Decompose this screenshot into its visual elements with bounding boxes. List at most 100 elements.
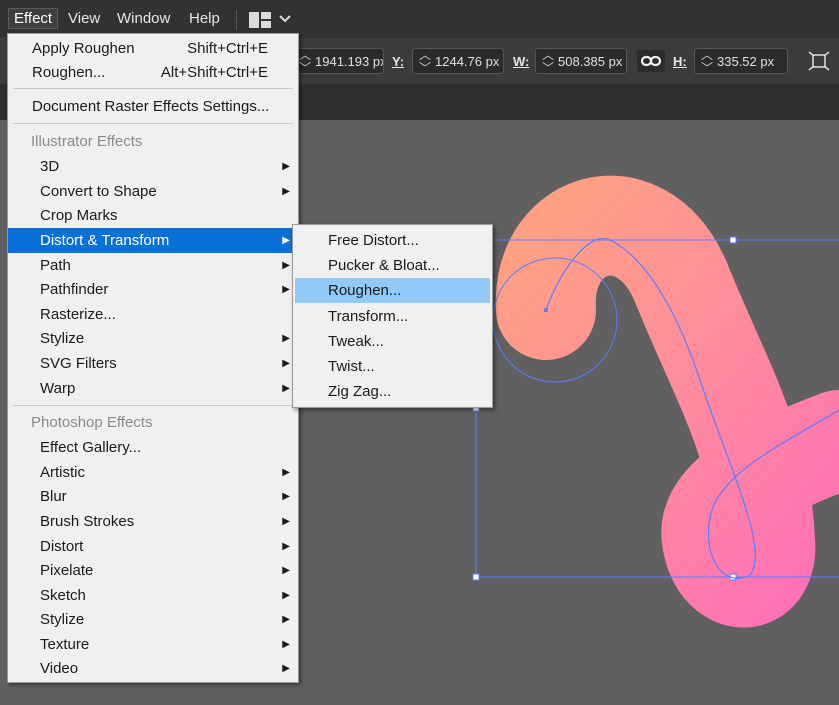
submenu-arrow-icon: ▶ [282,541,290,552]
w-label: W: [513,54,530,69]
h-value: 335.52 px [717,54,775,69]
h-label: H: [673,54,687,69]
menu-item-label: Crop Marks [40,207,118,224]
y-stepper-icon[interactable]: ︿ ﹀ [419,49,431,73]
link-icon [641,55,661,67]
bbox-handle-bottom-left[interactable] [472,573,480,581]
submenu-arrow-icon: ▶ [282,590,290,601]
submenu-arrow-icon: ▶ [282,186,290,197]
constrain-proportions-button[interactable] [637,50,665,72]
w-field[interactable]: ︿ ﹀ 508.385 px [535,48,627,74]
menu-item-svg-filters[interactable]: SVG Filters ▶ [8,351,298,376]
menu-item-convert-to-shape[interactable]: Convert to Shape ▶ [8,179,298,204]
submenu-arrow-icon: ▶ [282,235,290,246]
menu-item-label: Zig Zag... [328,383,392,400]
menu-item-label: Path [40,257,71,274]
menu-item-brush-strokes[interactable]: Brush Strokes ▶ [8,509,298,534]
submenu-arrow-icon: ▶ [282,565,290,576]
bbox-handle-top[interactable] [729,236,737,244]
submenu-item-pucker-bloat[interactable]: Pucker & Bloat... [293,253,492,278]
submenu-arrow-icon: ▶ [282,260,290,271]
menu-item-label: Convert to Shape [40,183,157,200]
menu-item-video[interactable]: Video ▶ [8,656,298,681]
menu-item-label: Twist... [328,358,375,375]
menu-item-label: Roughen... [32,64,106,81]
menu-item-stylize[interactable]: Stylize ▶ [8,326,298,351]
menu-help[interactable]: Help [189,10,220,27]
menu-item-stylize-ps[interactable]: Stylize ▶ [8,607,298,632]
menu-separator [13,88,293,89]
submenu-arrow-icon: ▶ [282,639,290,650]
menu-item-shortcut: Alt+Shift+Ctrl+E [160,64,268,81]
menu-item-distort-transform[interactable]: Distort & Transform ▶ [8,228,298,253]
menu-item-artistic[interactable]: Artistic ▶ [8,460,298,485]
menu-separator [13,123,293,124]
menu-item-label: Stylize [40,611,85,628]
h-field[interactable]: ︿ ﹀ 335.52 px [694,48,788,74]
submenu-arrow-icon: ▶ [282,358,290,369]
submenu-item-twist[interactable]: Twist... [293,354,492,379]
anchor-point[interactable] [544,308,548,312]
submenu-arrow-icon: ▶ [282,663,290,674]
submenu-item-roughen[interactable]: Roughen... [295,278,490,303]
submenu-arrow-icon: ▶ [282,516,290,527]
menu-item-distort[interactable]: Distort ▶ [8,534,298,559]
submenu-arrow-icon: ▶ [282,467,290,478]
menu-item-label: Warp [40,380,76,397]
photoshop-effects-header: Photoshop Effects [31,414,153,431]
submenu-item-tweak[interactable]: Tweak... [293,329,492,354]
menu-item-apply-roughen[interactable]: Apply Roughen Shift+Ctrl+E [8,36,298,61]
y-field[interactable]: ︿ ﹀ 1244.76 px [412,48,504,74]
menu-item-label: Distort [40,538,84,555]
menu-item-raster-settings[interactable]: Document Raster Effects Settings... [8,94,298,119]
menu-item-effect-gallery[interactable]: Effect Gallery... [8,435,298,460]
menu-item-label: Document Raster Effects Settings... [32,98,270,115]
menu-item-label: Texture [40,636,90,653]
menu-window[interactable]: Window [117,10,170,27]
menu-item-sketch[interactable]: Sketch ▶ [8,583,298,608]
y-value: 1244.76 px [435,54,500,69]
effect-menu: Apply Roughen Shift+Ctrl+E Roughen... Al… [7,33,299,683]
menu-item-label: Effect Gallery... [40,439,142,456]
h-stepper-icon[interactable]: ︿ ﹀ [701,49,713,73]
chevron-down-icon[interactable] [279,15,291,23]
workspace-layout-icon[interactable] [249,12,271,28]
distort-transform-submenu: Free Distort... Pucker & Bloat... Roughe… [292,224,493,408]
submenu-arrow-icon: ▶ [282,284,290,295]
menu-item-blur[interactable]: Blur ▶ [8,484,298,509]
submenu-item-zig-zag[interactable]: Zig Zag... [293,379,492,404]
x-field[interactable]: ︿ ﹀ 1941.193 px [292,48,384,74]
menu-item-3d[interactable]: 3D ▶ [8,154,298,179]
submenu-item-free-distort[interactable]: Free Distort... [293,228,492,253]
menu-item-label: Brush Strokes [40,513,135,530]
menu-item-warp[interactable]: Warp ▶ [8,376,298,401]
menu-item-rasterize[interactable]: Rasterize... [8,302,298,327]
w-value: 508.385 px [558,54,623,69]
illustrator-effects-header: Illustrator Effects [31,133,143,150]
menu-item-label: Pixelate [40,562,94,579]
y-label: Y: [392,54,405,69]
w-stepper-icon[interactable]: ︿ ﹀ [542,49,554,73]
menu-item-label: Rasterize... [40,306,116,323]
menu-view[interactable]: View [68,10,100,27]
menu-item-label: Pathfinder [40,281,109,298]
x-value: 1941.193 px [315,54,384,69]
submenu-item-transform[interactable]: Transform... [293,304,492,329]
transform-icon[interactable] [808,51,830,71]
menu-item-label: Sketch [40,587,86,604]
menu-item-roughen-last[interactable]: Roughen... Alt+Shift+Ctrl+E [8,60,298,85]
menu-item-label: Transform... [328,308,409,325]
menu-item-label: Artistic [40,464,85,481]
menu-item-texture[interactable]: Texture ▶ [8,632,298,657]
menu-item-path[interactable]: Path ▶ [8,253,298,278]
menu-item-label: SVG Filters [40,355,117,372]
x-stepper-icon[interactable]: ︿ ﹀ [299,49,311,73]
menu-item-pixelate[interactable]: Pixelate ▶ [8,558,298,583]
menu-item-label: Distort & Transform [40,232,170,249]
menu-item-pathfinder[interactable]: Pathfinder ▶ [8,277,298,302]
submenu-arrow-icon: ▶ [282,614,290,625]
menu-effect[interactable]: Effect [8,8,59,29]
submenu-arrow-icon: ▶ [282,333,290,344]
menu-item-crop-marks[interactable]: Crop Marks [8,203,298,228]
pink-stroke-shape[interactable] [495,175,839,628]
